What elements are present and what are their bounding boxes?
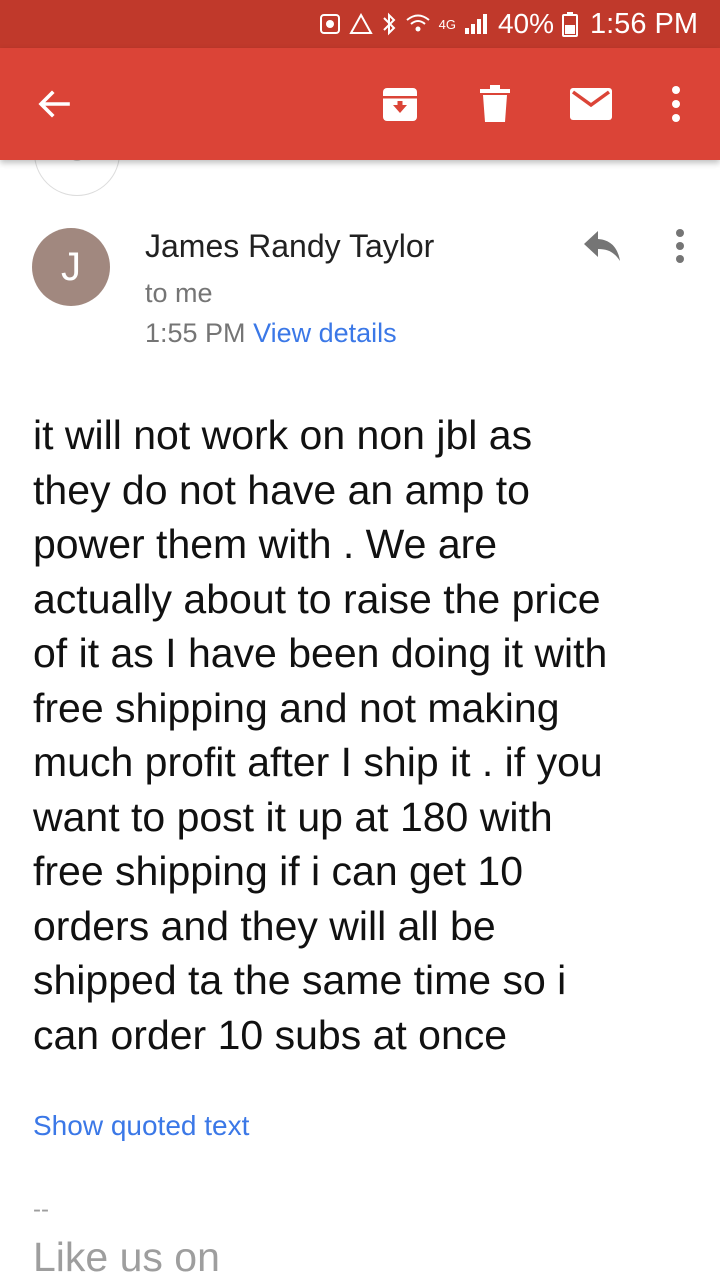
more-vert-icon <box>676 229 684 263</box>
mark-unread-button[interactable] <box>563 76 619 132</box>
sent-time: 1:55 PM <box>145 318 246 348</box>
reply-icon <box>584 231 620 261</box>
reply-button[interactable] <box>578 222 626 270</box>
sender-name: James Randy Taylor <box>145 228 435 264</box>
message-more-button[interactable] <box>658 222 702 270</box>
status-time: 1:56 PM <box>590 7 698 40</box>
recipient-label: to me <box>145 278 213 308</box>
recycle-icon <box>348 13 373 35</box>
view-details-link[interactable]: View details <box>253 318 397 348</box>
signature-separator: -- <box>33 1196 49 1223</box>
battery-percent: 40% <box>497 8 554 39</box>
signature-text: Like us on <box>33 1234 220 1280</box>
message-body: it will not work on non jbl as they do n… <box>33 412 608 1058</box>
battery-icon <box>562 11 578 37</box>
back-arrow-icon <box>38 90 70 118</box>
alert-icon <box>319 13 341 35</box>
bluetooth-icon <box>381 12 397 36</box>
more-vert-icon <box>672 86 680 122</box>
back-button[interactable] <box>26 76 82 132</box>
app-bar <box>0 48 720 160</box>
sent-time-line: 1:55 PM View details <box>145 318 397 349</box>
trash-icon <box>480 85 510 122</box>
archive-icon <box>383 88 417 121</box>
more-options-button[interactable] <box>648 76 704 132</box>
status-bar: 4G 40% 1:56 PM <box>0 0 720 48</box>
sender-avatar[interactable]: J <box>32 228 110 306</box>
wifi-icon <box>405 13 431 35</box>
show-quoted-text-link[interactable]: Show quoted text <box>33 1110 249 1142</box>
email-view: 4G 40% 1:56 PM J James Randy Taylor to m… <box>0 0 720 1280</box>
archive-button[interactable] <box>372 76 428 132</box>
network-type: 4G <box>438 16 456 32</box>
mail-icon <box>570 88 612 120</box>
delete-button[interactable] <box>467 76 523 132</box>
signal-icon <box>464 13 488 35</box>
